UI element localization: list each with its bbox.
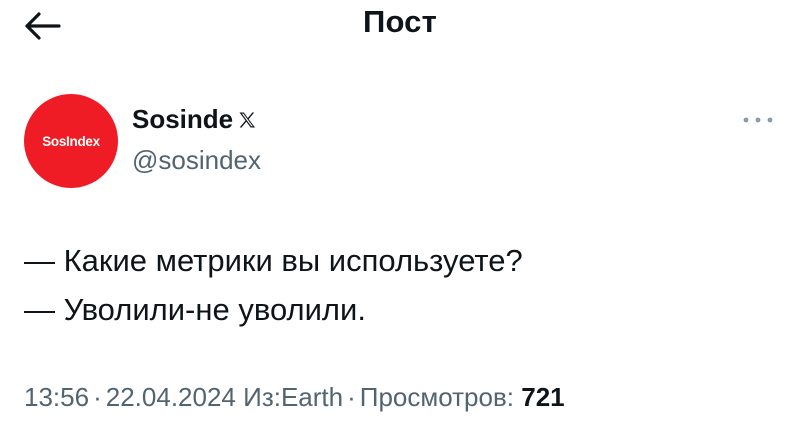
post-page: Пост SosIndex Sosinde @sosindex — Какие … <box>0 0 800 442</box>
views-count: 721 <box>521 382 565 412</box>
avatar[interactable]: SosIndex <box>24 94 118 188</box>
meta-separator: · <box>347 382 356 412</box>
meta-separator: · <box>93 382 102 412</box>
page-title: Пост <box>362 4 438 39</box>
post-date[interactable]: 22.04.2024 <box>106 382 236 412</box>
more-options-button[interactable] <box>738 106 778 134</box>
more-dots-icon <box>743 117 773 123</box>
post-text: — Какие метрики вы используете? — Уволил… <box>24 236 764 334</box>
post-time[interactable]: 13:56 <box>24 382 89 412</box>
author-name-row: Sosinde <box>132 104 257 135</box>
views-label: Просмотров: <box>359 382 515 412</box>
x-logo-icon <box>237 110 257 130</box>
post-text-line: — Уволили-не уволили. <box>24 292 366 327</box>
post-text-line: — Какие метрики вы используете? <box>24 243 523 278</box>
post-source[interactable]: Из:Earth <box>243 382 343 412</box>
post-meta: 13:56 · 22.04.2024 Из:Earth · Просмотров: 72… <box>24 382 565 413</box>
author-name[interactable]: Sosinde <box>132 104 233 135</box>
author-handle[interactable]: @sosindex <box>132 145 261 176</box>
